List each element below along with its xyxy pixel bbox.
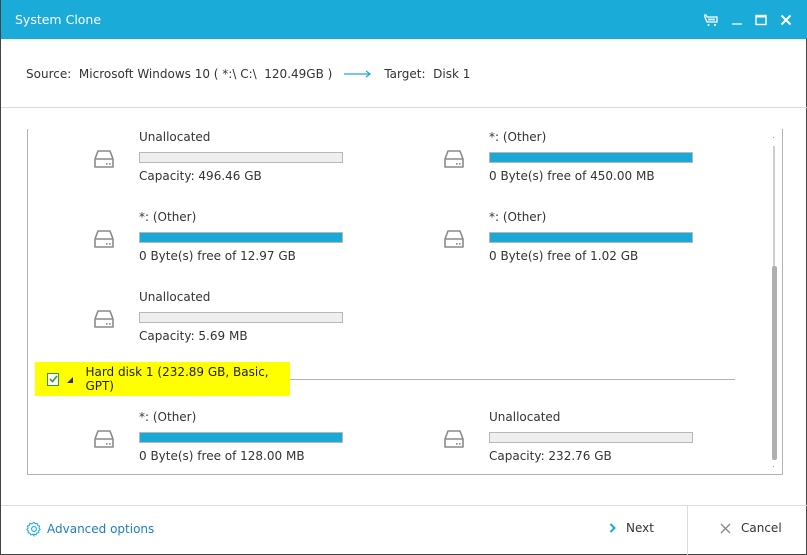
usage-bar-fill bbox=[140, 433, 342, 442]
close-icon bbox=[780, 14, 792, 26]
drive-icon bbox=[93, 227, 117, 251]
disk-checkbox[interactable] bbox=[47, 372, 60, 386]
source-value: Microsoft Windows 10 ( *:\ C:\ 120.49GB … bbox=[78, 67, 333, 81]
target-value: Disk 1 bbox=[433, 67, 471, 81]
title-bar: System Clone bbox=[1, 0, 807, 39]
partition-info: Capacity: 232.76 GB bbox=[489, 449, 612, 463]
disk-label: Hard disk 1 (232.89 GB, Basic, GPT) bbox=[85, 365, 269, 393]
advanced-options-link[interactable]: Advanced options bbox=[26, 521, 154, 537]
target-label: Target: bbox=[384, 67, 426, 81]
maximize-button[interactable] bbox=[751, 10, 771, 30]
system-clone-window: System Clone Source: Microsoft Windows 1… bbox=[0, 0, 807, 555]
partition-info: Capacity: 496.46 GB bbox=[139, 169, 262, 183]
window-title: System Clone bbox=[15, 12, 102, 27]
partition-info: Capacity: 5.69 MB bbox=[139, 329, 248, 343]
partition-info: 0 Byte(s) free of 128.00 MB bbox=[139, 449, 305, 463]
clone-summary: Source: Microsoft Windows 10 ( *:\ C:\ 1… bbox=[26, 67, 470, 81]
source-label: Source: bbox=[26, 67, 72, 81]
partition-name: Unallocated bbox=[139, 290, 211, 304]
partition-item[interactable]: Unallocated Capacity: 5.69 MB bbox=[93, 290, 393, 350]
drive-icon bbox=[443, 427, 467, 451]
usage-bar bbox=[139, 232, 343, 243]
drive-icon bbox=[93, 427, 117, 451]
usage-bar-fill bbox=[490, 233, 692, 242]
partition-item[interactable]: Unallocated Capacity: 496.46 GB bbox=[93, 130, 393, 190]
chevron-right-icon bbox=[609, 523, 616, 533]
scroll-down-arrow[interactable] bbox=[773, 466, 774, 467]
close-icon bbox=[720, 523, 731, 534]
scrollbar-thumb[interactable] bbox=[772, 266, 777, 460]
footer-button-divider bbox=[687, 506, 688, 555]
usage-bar bbox=[489, 232, 693, 243]
minimize-icon bbox=[732, 23, 742, 25]
scroll-up-arrow[interactable] bbox=[773, 137, 774, 138]
usage-bar-fill bbox=[140, 233, 342, 242]
collapse-triangle-icon[interactable] bbox=[67, 377, 74, 383]
gear-icon bbox=[26, 521, 42, 537]
drive-icon bbox=[443, 147, 467, 171]
partition-name: *: (Other) bbox=[489, 130, 547, 144]
usage-bar-fill bbox=[490, 153, 692, 162]
drive-icon bbox=[93, 307, 117, 331]
usage-bar bbox=[489, 152, 693, 163]
close-button[interactable] bbox=[776, 10, 796, 30]
drive-icon bbox=[443, 227, 467, 251]
partition-info: 0 Byte(s) free of 1.02 GB bbox=[489, 249, 639, 263]
usage-bar bbox=[139, 432, 343, 443]
header-divider bbox=[1, 107, 807, 108]
partition-name: *: (Other) bbox=[489, 210, 547, 224]
next-button[interactable]: Next bbox=[609, 521, 654, 535]
partition-name: Unallocated bbox=[489, 410, 561, 424]
partition-name: *: (Other) bbox=[139, 210, 197, 224]
advanced-options-label: Advanced options bbox=[47, 522, 155, 536]
partition-name: Unallocated bbox=[139, 130, 211, 144]
partition-item[interactable]: *: (Other) 0 Byte(s) free of 450.00 MB bbox=[443, 130, 743, 190]
usage-bar bbox=[139, 152, 343, 163]
partition-name: *: (Other) bbox=[139, 410, 197, 424]
partition-info: 0 Byte(s) free of 450.00 MB bbox=[489, 169, 655, 183]
next-label: Next bbox=[626, 521, 654, 535]
cancel-button[interactable]: Cancel bbox=[720, 521, 782, 535]
partition-item[interactable]: *: (Other) 0 Byte(s) free of 128.00 MB bbox=[93, 410, 393, 470]
checkmark-icon bbox=[49, 375, 58, 383]
drive-icon bbox=[93, 147, 117, 171]
cancel-label: Cancel bbox=[741, 521, 782, 535]
partition-info: 0 Byte(s) free of 12.97 GB bbox=[139, 249, 296, 263]
usage-bar bbox=[139, 312, 343, 323]
maximize-icon bbox=[755, 14, 767, 26]
arrow-right-icon bbox=[344, 70, 372, 78]
minimize-button[interactable] bbox=[727, 10, 747, 30]
disk-header[interactable]: Hard disk 1 (232.89 GB, Basic, GPT) bbox=[35, 362, 290, 396]
usage-bar bbox=[489, 432, 693, 443]
partition-item[interactable]: *: (Other) 0 Byte(s) free of 12.97 GB bbox=[93, 210, 393, 270]
partition-item[interactable]: Unallocated Capacity: 232.76 GB bbox=[443, 410, 743, 470]
partition-item[interactable]: *: (Other) 0 Byte(s) free of 1.02 GB bbox=[443, 210, 743, 270]
disk-divider bbox=[290, 379, 735, 380]
cart-icon[interactable] bbox=[701, 10, 721, 30]
